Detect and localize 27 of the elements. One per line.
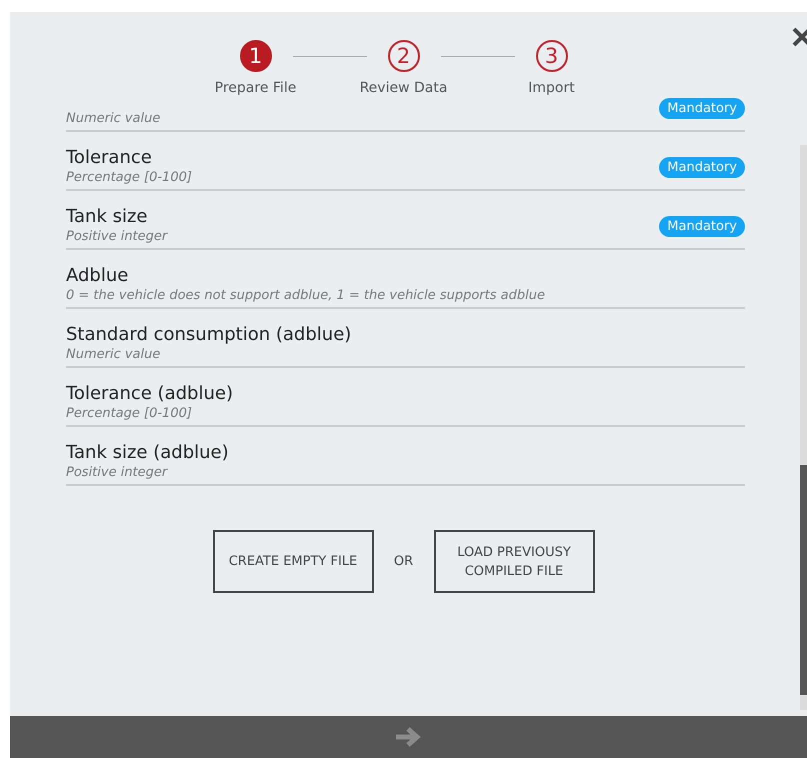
field-name: Adblue [66, 265, 130, 286]
field-description: Percentage [0-100] [66, 170, 193, 185]
scrollbar[interactable] [800, 145, 807, 710]
field-name: Tank size (adblue) [66, 442, 230, 463]
field-name: Tolerance (adblue) [66, 383, 234, 404]
field-description: Positive integer [66, 465, 169, 480]
mandatory-badge: Mandatory [659, 216, 745, 237]
mandatory-badge: Mandatory [659, 98, 745, 119]
step-label: Review Data [360, 80, 448, 96]
mandatory-badge: Mandatory [659, 157, 745, 178]
field-description: Numeric value [66, 111, 162, 126]
field-description: Percentage [0-100] [66, 406, 193, 421]
load-file-button[interactable]: LOAD PREVIOUSY COMPILED FILE [434, 530, 594, 593]
field-name: Tolerance [66, 147, 153, 168]
field-description: Positive integer [66, 229, 169, 244]
step-number: 2 [388, 40, 420, 72]
step-label: Import [528, 80, 575, 96]
step-number: 3 [536, 40, 568, 72]
step-number: 1 [240, 40, 272, 72]
or-label: OR [392, 554, 414, 569]
field-description: Numeric value [66, 347, 162, 362]
field-name: Tank size [66, 206, 149, 227]
field-name: Standard consumption (adblue) [66, 324, 352, 345]
close-icon[interactable] [791, 26, 807, 48]
field-description: 0 = the vehicle does not support adblue, 1 = the vehicle supports adblue [66, 288, 546, 303]
step-label: Prepare File [214, 80, 296, 96]
create-empty-file-button[interactable]: CREATE EMPTY FILE [212, 530, 374, 593]
